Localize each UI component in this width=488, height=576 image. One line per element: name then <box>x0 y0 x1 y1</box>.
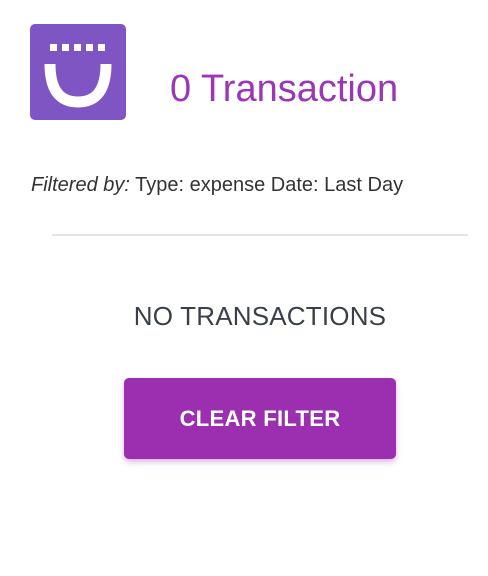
clear-filter-button[interactable]: CLEAR FILTER <box>124 378 396 459</box>
filter-summary: Filtered by: Type: expense Date: Last Da… <box>31 172 403 198</box>
transactions-page: 0 Transaction Filtered by: Type: expense… <box>0 0 488 576</box>
filter-criteria-text: Type: expense Date: Last Day <box>129 174 404 196</box>
page-title: 0 Transaction <box>170 68 399 110</box>
empty-state-message: NO TRANSACTIONS <box>133 301 387 331</box>
divider <box>52 234 468 236</box>
smile-icon <box>44 44 112 108</box>
app-logo-icon <box>30 24 126 120</box>
filter-prefix-label: Filtered by: <box>31 174 130 196</box>
